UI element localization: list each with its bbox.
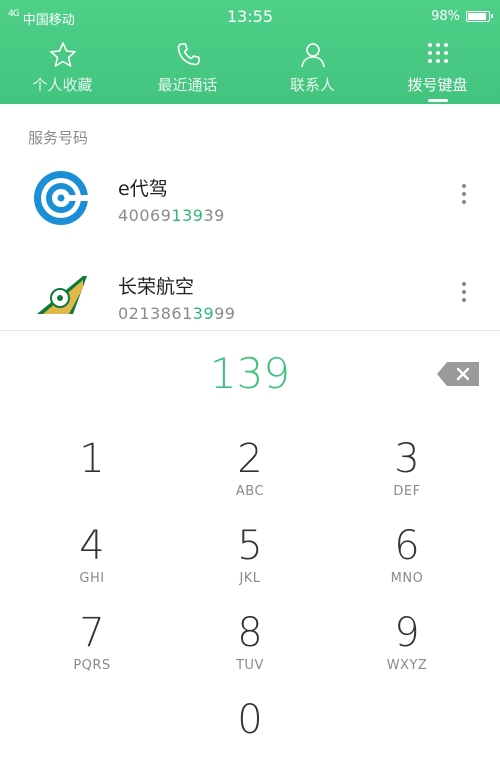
status-bar: 4G 中国移动 13:55 98%	[0, 0, 500, 34]
backspace-icon[interactable]	[437, 362, 479, 386]
key-1[interactable]: 1	[22, 436, 162, 516]
tab-contacts[interactable]: 联系人	[250, 36, 375, 104]
tab-label: 个人收藏	[32, 76, 93, 94]
list-item[interactable]: e代驾 4006913939	[0, 170, 500, 262]
status-time: 13:55	[226, 7, 274, 26]
contact-name: 长荣航空	[118, 276, 195, 298]
section-title: 服务号码	[28, 129, 89, 147]
key-6[interactable]: 6 MNO	[337, 523, 477, 603]
contact-number: 02138613999	[118, 304, 236, 323]
tab-bar: 个人收藏 最近通话 联系人 拨号键盘	[0, 36, 500, 104]
battery-info: 98%	[431, 9, 493, 24]
eva-air-logo	[37, 276, 87, 314]
contact-number: 4006913939	[118, 206, 225, 225]
battery-percent: 98%	[431, 9, 460, 24]
tab-label: 拨号键盘	[407, 76, 468, 94]
tab-label: 联系人	[289, 76, 335, 94]
number-match: 139	[171, 206, 204, 225]
tab-recents[interactable]: 最近通话	[125, 36, 250, 104]
active-tab-indicator	[427, 99, 448, 102]
e-daijia-logo	[34, 171, 89, 225]
dialpad: 139 1 2 ABC 3 DEF 4 GHI 5 JKL 6 MNO 7 PQRS 8 TU…	[0, 330, 500, 743]
contact-name: e代驾	[118, 178, 168, 200]
more-options-icon[interactable]	[454, 178, 474, 210]
key-7[interactable]: 7 PQRS	[22, 610, 162, 690]
key-0[interactable]: 0	[180, 697, 320, 777]
phone-icon	[177, 43, 200, 66]
key-4[interactable]: 4 GHI	[22, 523, 162, 603]
tab-label: 最近通话	[157, 76, 218, 94]
dialpad-icon	[427, 43, 448, 63]
battery-icon	[466, 11, 493, 22]
key-3[interactable]: 3 DEF	[337, 436, 477, 516]
key-5[interactable]: 5 JKL	[180, 523, 320, 603]
tab-favorites[interactable]: 个人收藏	[0, 36, 125, 104]
dial-input[interactable]: 139	[0, 349, 500, 398]
more-options-icon[interactable]	[454, 276, 474, 308]
key-2[interactable]: 2 ABC	[180, 436, 320, 516]
tab-dialpad[interactable]: 拨号键盘	[375, 36, 500, 104]
person-icon	[300, 43, 325, 68]
app-header: 4G 中国移动 13:55 98% 个人收藏 最近通话 联系人 拨号键盘	[0, 0, 500, 104]
key-9[interactable]: 9 WXYZ	[337, 610, 477, 690]
key-8[interactable]: 8 TUV	[180, 610, 320, 690]
star-icon	[49, 42, 76, 67]
number-match: 39	[192, 304, 215, 323]
